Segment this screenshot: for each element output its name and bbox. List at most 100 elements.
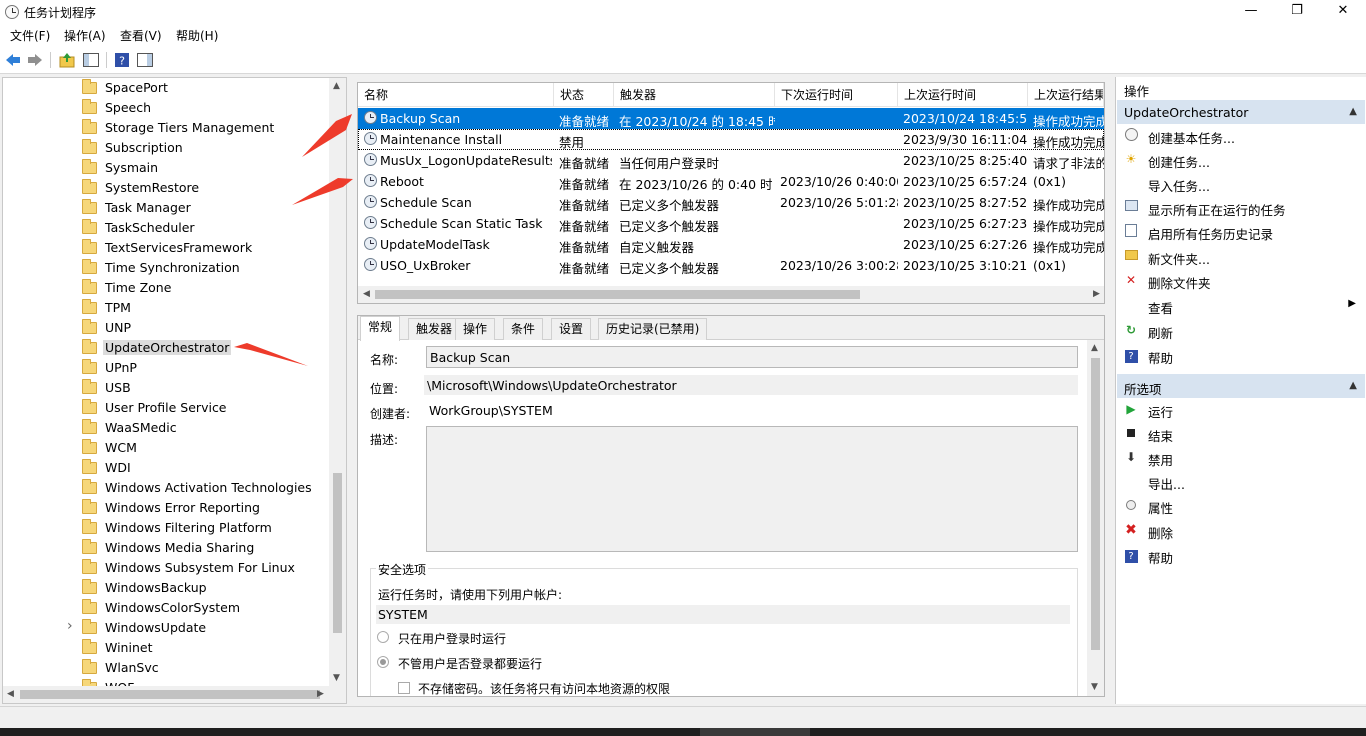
action-item[interactable]: 显示所有正在运行的任务 <box>1116 197 1366 219</box>
task-list-horizontal-scrollbar[interactable]: ◀ ▶ <box>358 286 1104 303</box>
action-item[interactable]: 启用所有任务历史记录 <box>1116 221 1366 243</box>
tab-general[interactable]: 常规 <box>360 316 401 341</box>
up-folder-icon[interactable] <box>58 51 76 69</box>
tree-item[interactable]: Speech <box>3 98 333 118</box>
column-last-run[interactable]: 上次运行时间 <box>898 83 1028 107</box>
tree-item[interactable]: Windows Media Sharing <box>3 538 333 558</box>
collapse-caret-icon[interactable]: ▲ <box>1349 106 1357 117</box>
task-row[interactable]: MusUx_LogonUpdateResults 准备就绪 当任何用户登录时 2023… <box>358 150 1104 171</box>
action-item[interactable]: 创建基本任务... <box>1116 125 1366 147</box>
tree-item[interactable]: Time Synchronization <box>3 258 333 278</box>
column-status[interactable]: 状态 <box>554 83 614 107</box>
tree-item[interactable]: WlanSvc <box>3 658 333 678</box>
tree-hscroll-thumb[interactable] <box>20 690 320 699</box>
task-row[interactable]: UpdateModelTask 准备就绪 自定义触发器 2023/10/25 6:27… <box>358 234 1104 255</box>
tree-item[interactable]: SpacePort <box>3 78 333 98</box>
tree-item[interactable]: WaaSMedic <box>3 418 333 438</box>
tree-item[interactable]: › WindowsUpdate <box>3 618 333 638</box>
column-last-result[interactable]: 上次运行结果 <box>1028 83 1104 107</box>
column-name[interactable]: 名称 <box>358 83 554 107</box>
tab-conditions[interactable]: 条件 <box>503 318 544 340</box>
scroll-left-arrow-icon[interactable]: ◀ <box>7 689 14 699</box>
tree-vertical-scrollbar[interactable]: ▲ ▼ <box>329 78 346 688</box>
tree-item[interactable]: UPnP <box>3 358 333 378</box>
action-item[interactable]: ▶ 运行 <box>1116 399 1366 421</box>
tab-history[interactable]: 历史记录(已禁用) <box>598 318 708 340</box>
tree-item[interactable]: Task Manager <box>3 198 333 218</box>
action-item[interactable]: ✕ 删除文件夹 <box>1116 270 1366 292</box>
menu-action[interactable]: 操作(A) <box>64 27 106 44</box>
section-update-orchestrator[interactable]: UpdateOrchestrator ▲ <box>1117 100 1365 124</box>
tree-item[interactable]: USB <box>3 378 333 398</box>
action-item[interactable]: ✖ 删除 <box>1116 520 1366 542</box>
tab-settings[interactable]: 设置 <box>551 318 592 340</box>
scroll-right-arrow-icon[interactable]: ▶ <box>317 689 324 699</box>
section-selected-item[interactable]: 所选项 ▲ <box>1117 374 1365 398</box>
tree-item[interactable]: WCM <box>3 438 333 458</box>
collapse-caret-icon[interactable]: ▲ <box>1349 380 1357 391</box>
task-hscroll-thumb[interactable] <box>375 290 860 299</box>
action-item[interactable]: ☀ 创建任务... <box>1116 149 1366 171</box>
action-item[interactable]: 导出... <box>1116 471 1366 493</box>
maximize-button[interactable]: ❐ <box>1274 0 1320 24</box>
task-name-field[interactable]: Backup Scan <box>426 346 1078 368</box>
tree-item[interactable]: Subscription <box>3 138 333 158</box>
scroll-down-arrow-icon[interactable]: ▼ <box>333 673 340 683</box>
action-item[interactable]: 查看 ▶ <box>1116 295 1366 317</box>
tree-horizontal-scrollbar[interactable]: ◀ ▶ <box>3 686 346 703</box>
task-row[interactable]: Schedule Scan 准备就绪 已定义多个触发器 2023/10/26 5:01… <box>358 192 1104 213</box>
menu-view[interactable]: 查看(V) <box>120 27 162 44</box>
tree-item[interactable]: WindowsBackup <box>3 578 333 598</box>
scroll-up-arrow-icon[interactable]: ▲ <box>1091 343 1098 353</box>
action-item[interactable]: 属性 <box>1116 495 1366 517</box>
action-item[interactable]: 结束 <box>1116 423 1366 445</box>
tree-item[interactable]: TaskScheduler <box>3 218 333 238</box>
tree-item[interactable]: TextServicesFramework <box>3 238 333 258</box>
task-row[interactable]: USO_UxBroker 准备就绪 已定义多个触发器 2023/10/26 3:00:… <box>358 255 1104 276</box>
action-item[interactable]: ? 帮助 <box>1116 545 1366 567</box>
tree-item[interactable]: Windows Error Reporting <box>3 498 333 518</box>
tree-item[interactable]: Time Zone <box>3 278 333 298</box>
tree-scroll-thumb[interactable] <box>333 473 342 633</box>
help-icon[interactable]: ? <box>113 51 131 69</box>
tree-item[interactable]: WDI <box>3 458 333 478</box>
tree-item[interactable]: TPM <box>3 298 333 318</box>
column-next-run[interactable]: 下次运行时间 <box>775 83 898 107</box>
scroll-left-arrow-icon[interactable]: ◀ <box>363 289 370 299</box>
detail-scroll-thumb[interactable] <box>1091 358 1100 650</box>
tab-actions[interactable]: 操作 <box>455 318 496 340</box>
task-description-field[interactable] <box>426 426 1078 552</box>
action-item[interactable]: ⬇ 禁用 <box>1116 447 1366 469</box>
task-row[interactable]: Schedule Scan Static Task 准备就绪 已定义多个触发器 202… <box>358 213 1104 234</box>
task-row[interactable]: Reboot 准备就绪在 2023/10/26 的 0:40 时 2023/10/2… <box>358 171 1104 192</box>
action-item[interactable]: ↻ 刷新 <box>1116 320 1366 342</box>
tree-item[interactable]: Sysmain <box>3 158 333 178</box>
scroll-right-arrow-icon[interactable]: ▶ <box>1093 289 1100 299</box>
tree-item[interactable]: Windows Filtering Platform <box>3 518 333 538</box>
back-arrow-icon[interactable] <box>4 51 22 69</box>
checkbox-do-not-store-password[interactable] <box>398 682 410 694</box>
radio-run-whether-logged-on[interactable] <box>377 656 389 668</box>
tree-item[interactable]: User Profile Service <box>3 398 333 418</box>
tree-item[interactable]: Storage Tiers Management <box>3 118 333 138</box>
detail-vertical-scrollbar[interactable]: ▲ ▼ <box>1087 340 1104 696</box>
tree-item[interactable]: SystemRestore <box>3 178 333 198</box>
scroll-down-arrow-icon[interactable]: ▼ <box>1091 682 1098 692</box>
tree-item[interactable]: Windows Activation Technologies <box>3 478 333 498</box>
minimize-button[interactable]: — <box>1228 0 1274 24</box>
task-row[interactable]: Maintenance Install 禁用 2023/9/30 16:11:04 操… <box>358 129 1104 150</box>
scroll-up-arrow-icon[interactable]: ▲ <box>333 81 340 91</box>
tree-item[interactable]: UpdateOrchestrator <box>3 338 333 358</box>
close-button[interactable]: ✕ <box>1320 0 1366 24</box>
tree-item[interactable]: WindowsColorSystem <box>3 598 333 618</box>
radio-logged-on-only[interactable] <box>377 631 389 643</box>
column-trigger[interactable]: 触发器 <box>614 83 775 107</box>
show-hide-action-pane-icon[interactable] <box>136 51 154 69</box>
action-item[interactable]: 导入任务... <box>1116 173 1366 195</box>
task-row[interactable]: Backup Scan 准备就绪在 2023/10/24 的 18:45 时 202… <box>358 108 1104 129</box>
taskbar-active-app[interactable] <box>700 728 810 736</box>
menu-file[interactable]: 文件(F) <box>10 27 50 44</box>
expand-chevron-icon[interactable]: › <box>67 618 73 634</box>
menu-help[interactable]: 帮助(H) <box>176 27 218 44</box>
tab-triggers[interactable]: 触发器 <box>408 318 461 340</box>
